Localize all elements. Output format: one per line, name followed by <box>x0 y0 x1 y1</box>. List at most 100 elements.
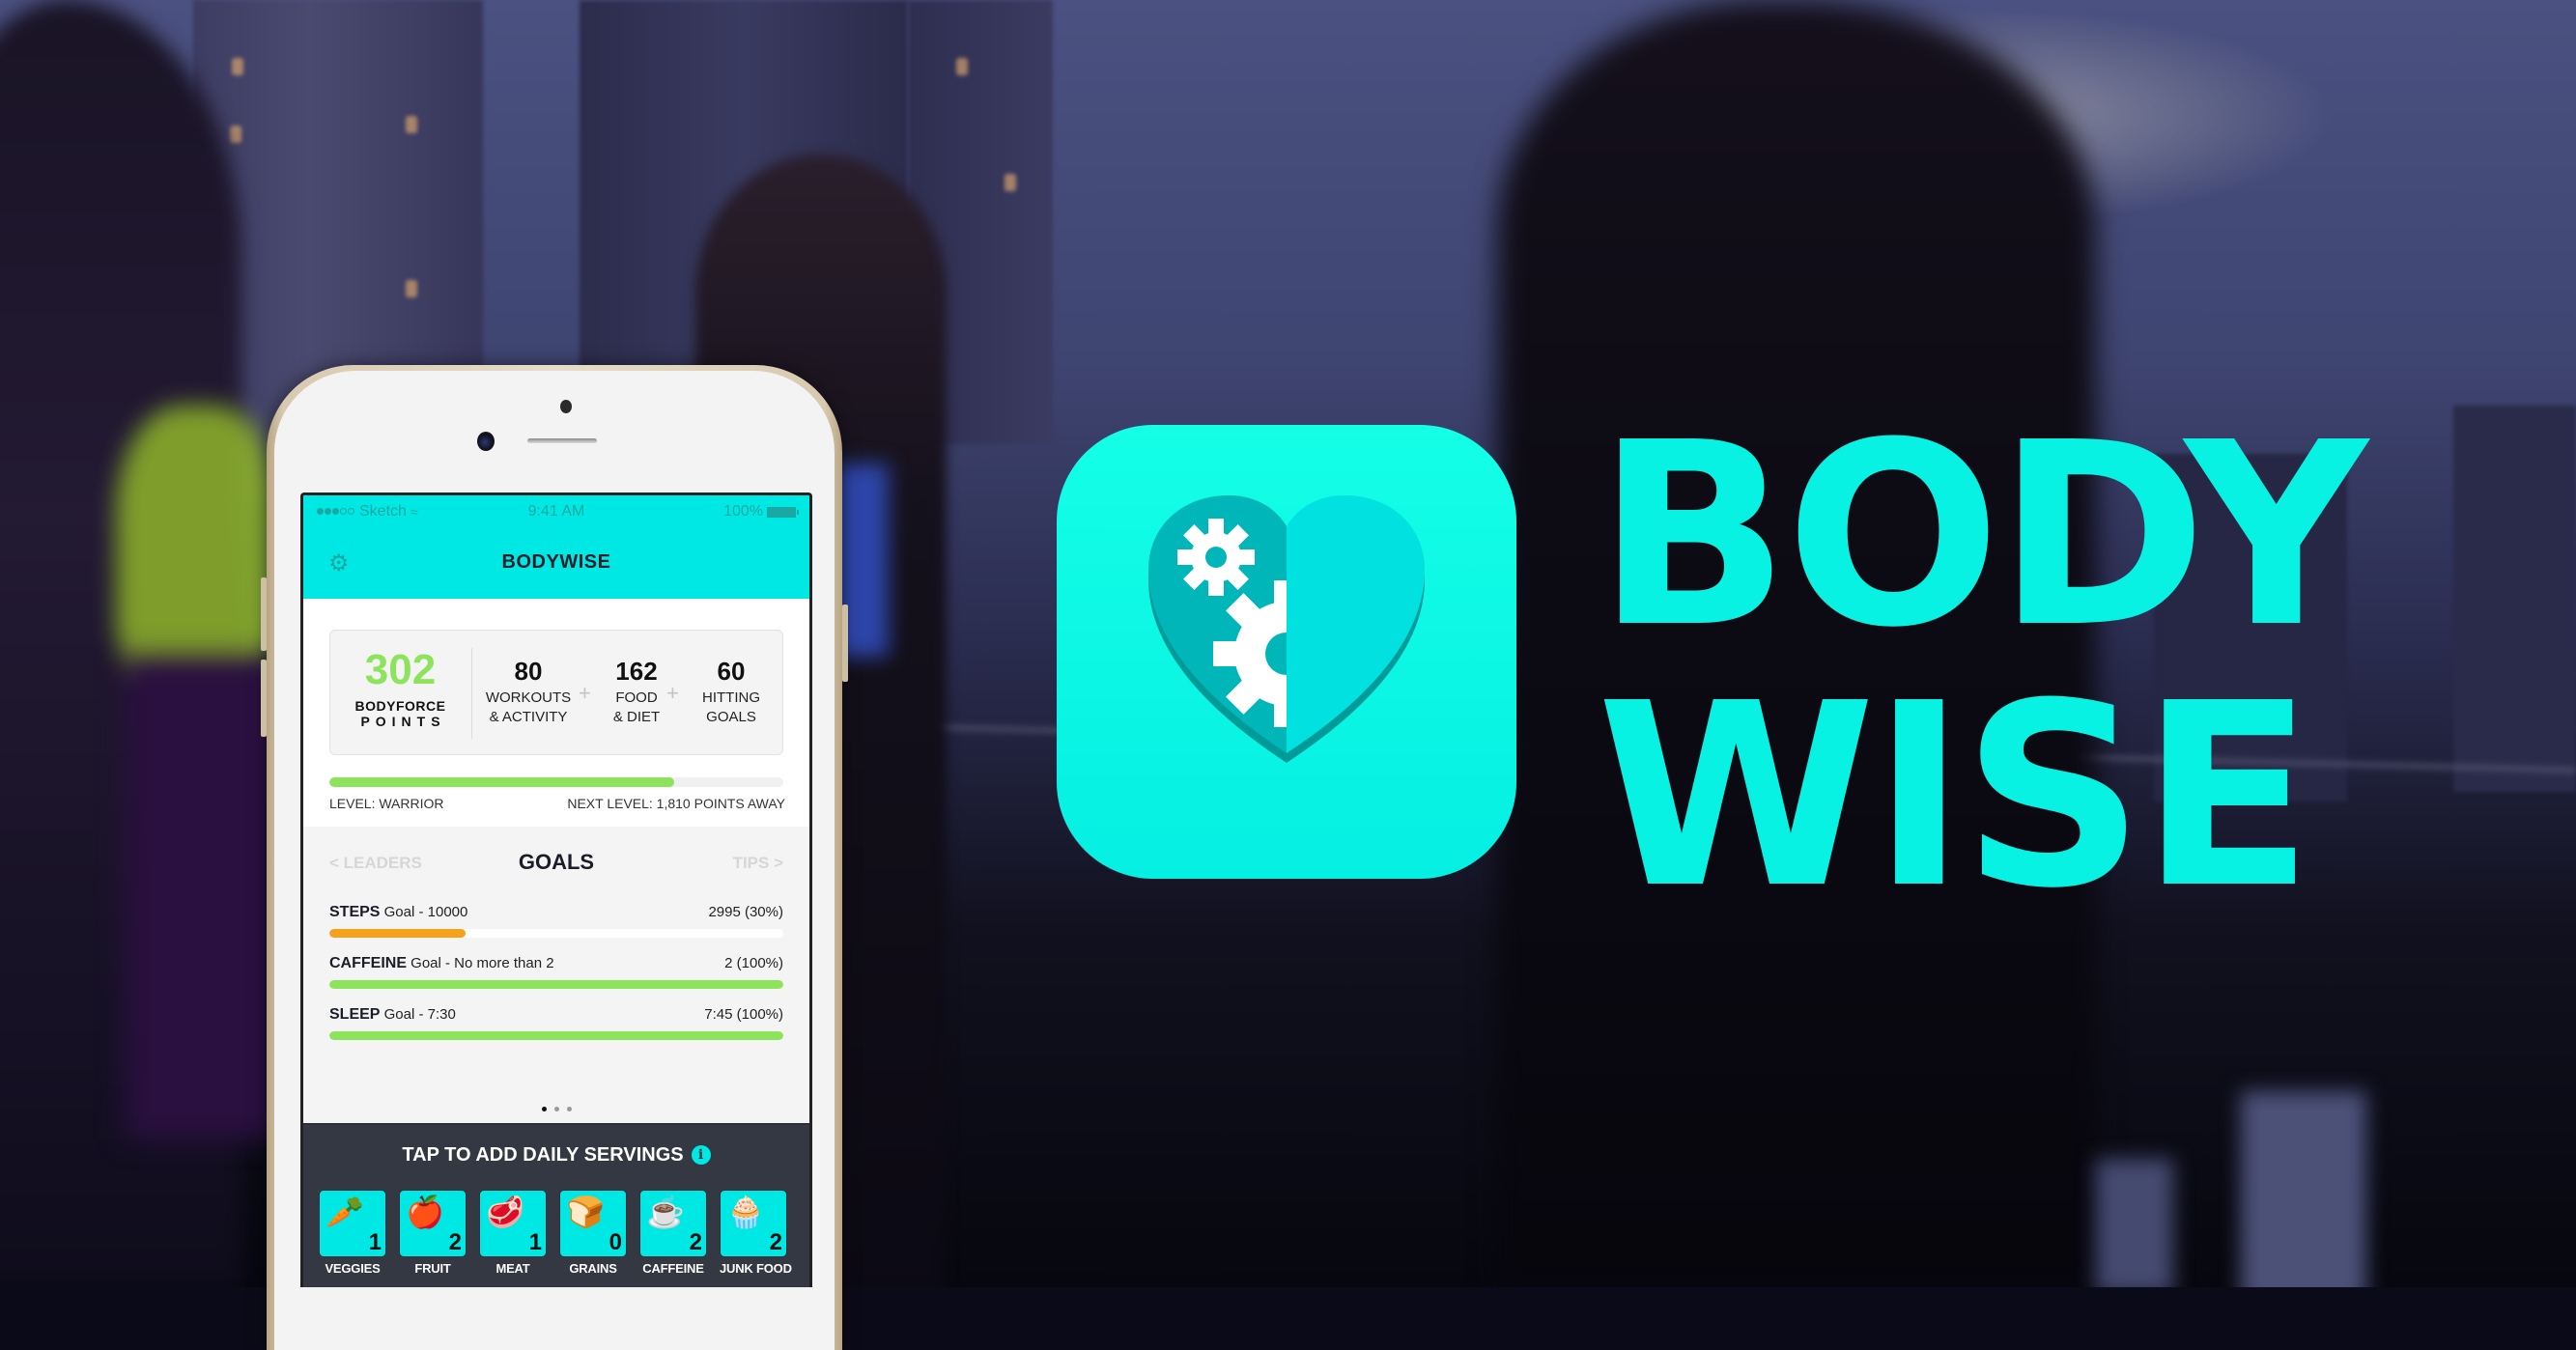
window-light <box>956 58 968 75</box>
bodyforce-points: 302 BODYFORCE POINTS <box>330 631 470 756</box>
points-label: POINTS <box>360 714 446 729</box>
brand-line-2: WISE <box>1597 649 2313 943</box>
servings-title-text: TAP TO ADD DAILY SERVINGS <box>402 1144 684 1166</box>
goal-item[interactable]: STEPS Goal - 10000 2995 (30%) <box>329 904 783 938</box>
next-level: NEXT LEVEL: 1,810 POINTS AWAY <box>567 796 785 811</box>
coffee-cup-icon: ☕ <box>646 1195 685 1229</box>
phone-screen: Sketch ≈ 9:41 AM 100% ⚙ BODYWISE 302 BOD… <box>300 492 812 1287</box>
info-icon[interactable]: i <box>691 1145 711 1165</box>
power-button <box>842 605 848 682</box>
servings-title: TAP TO ADD DAILY SERVINGS i <box>303 1144 809 1167</box>
divider <box>471 648 472 739</box>
earpiece-speaker <box>527 438 597 443</box>
serving-fruit-button[interactable]: 🍎 2 FRUIT <box>399 1190 467 1276</box>
goal-label: CAFFEINE Goal - No more than 2 <box>329 955 783 972</box>
heart-right-half <box>1287 495 1425 753</box>
servings-tiles: 🥕 1 VEGGIES 🍎 2 FRUIT 🥩 1 MEAT 🍞 0 GRAINS ☕ 2… <box>319 1190 792 1276</box>
goal-progress-fill <box>329 929 466 938</box>
tips-tab[interactable]: TIPS > <box>733 854 783 873</box>
app-icon <box>1057 425 1516 879</box>
serving-count: 1 <box>528 1229 542 1255</box>
goals-label-2: GOALS <box>706 709 756 725</box>
serving-tile: 🍎 2 <box>399 1190 467 1257</box>
goal-progress-fill <box>329 1031 783 1040</box>
brand-line-1: BODY <box>1597 388 2368 683</box>
workouts-value: 80 <box>514 657 543 686</box>
points-summary: 302 BODYFORCE POINTS 80 WORKOUTS & ACTIV… <box>303 599 809 827</box>
apple-icon: 🍎 <box>406 1195 444 1229</box>
battery-percent: 100% <box>723 503 763 520</box>
page-indicator[interactable] <box>303 1099 809 1116</box>
building <box>2453 406 2576 792</box>
plus-icon: + <box>666 681 679 705</box>
goal-progress-bar <box>329 980 783 989</box>
goal-item[interactable]: SLEEP Goal - 7:30 7:45 (100%) <box>329 1006 783 1040</box>
current-level: LEVEL: WARRIOR <box>329 796 444 811</box>
bodyforce-label: BODYFORCE <box>354 698 446 714</box>
bread-icon: 🍞 <box>566 1195 605 1229</box>
goal-progress-bar <box>329 1031 783 1040</box>
goal-target: Goal - No more than 2 <box>410 955 554 971</box>
serving-label: VEGGIES <box>325 1261 381 1276</box>
serving-label: CAFFEINE <box>642 1261 704 1276</box>
heart-with-gears-icon <box>1148 495 1425 763</box>
goal-name: STEPS <box>329 904 381 920</box>
app-title: BODYWISE <box>501 551 611 573</box>
volume-up-button <box>261 577 267 651</box>
goal-progress-fill <box>329 980 783 989</box>
page-dot[interactable] <box>553 1107 559 1111</box>
window-light <box>406 280 417 297</box>
battery-icon <box>767 506 799 518</box>
serving-count: 2 <box>448 1229 462 1255</box>
front-camera <box>477 432 495 451</box>
window-light <box>230 126 241 143</box>
battery: 100% <box>723 503 799 520</box>
serving-label: GRAINS <box>569 1261 617 1276</box>
food-label-2: & DIET <box>612 709 661 725</box>
serving-meat-button[interactable]: 🥩 1 MEAT <box>479 1190 547 1276</box>
goal-name: CAFFEINE <box>329 955 407 971</box>
goals-label-1: HITTING <box>702 689 760 706</box>
serving-label: JUNK FOOD <box>720 1261 792 1276</box>
goal-value: 7:45 (100%) <box>704 1006 783 1023</box>
page-dot-active[interactable] <box>541 1107 547 1111</box>
window-light <box>232 58 243 75</box>
workouts-label-2: & ACTIVITY <box>489 709 568 725</box>
serving-caffeine-button[interactable]: ☕ 2 CAFFEINE <box>639 1190 707 1276</box>
serving-count: 1 <box>368 1229 382 1255</box>
app-header: Sketch ≈ 9:41 AM 100% ⚙ BODYWISE <box>303 495 809 599</box>
serving-grains-button[interactable]: 🍞 0 GRAINS <box>559 1190 627 1276</box>
level-progress-fill <box>329 777 675 787</box>
goal-item[interactable]: CAFFEINE Goal - No more than 2 2 (100%) <box>329 955 783 989</box>
serving-label: MEAT <box>495 1261 530 1276</box>
goal-progress-bar <box>329 929 783 938</box>
points-box[interactable]: 302 BODYFORCE POINTS 80 WORKOUTS & ACTIV… <box>329 630 783 755</box>
goal-value: 2 (100%) <box>724 955 783 971</box>
serving-junk-food-button[interactable]: 🧁 2 JUNK FOOD <box>720 1190 792 1276</box>
background-light <box>2241 1091 2366 1287</box>
page-dot[interactable] <box>566 1107 572 1111</box>
goal-name: SLEEP <box>329 1006 381 1023</box>
steak-icon: 🥩 <box>486 1195 524 1229</box>
status-bar: Sketch ≈ 9:41 AM 100% <box>317 503 799 522</box>
goals-value: 60 <box>717 657 746 686</box>
brand-wordmark: BODY WISE <box>1597 388 2368 943</box>
window-light <box>406 116 417 133</box>
goals-panel: < LEADERS GOALS TIPS > STEPS Goal - 1000… <box>303 827 809 1126</box>
serving-count: 0 <box>609 1229 622 1255</box>
serving-tile: 🧁 2 <box>720 1190 787 1257</box>
goal-target: Goal - 10000 <box>383 904 468 920</box>
serving-count: 2 <box>689 1229 702 1255</box>
goal-target: Goal - 7:30 <box>383 1006 456 1023</box>
goals-points: 60 HITTING GOALS <box>678 658 784 727</box>
serving-tile: 🥕 1 <box>319 1190 386 1257</box>
workouts-points: 80 WORKOUTS & ACTIVITY <box>475 658 581 727</box>
serving-veggies-button[interactable]: 🥕 1 VEGGIES <box>319 1190 386 1276</box>
proximity-sensor <box>560 400 572 413</box>
level-progress-bar <box>329 777 783 787</box>
cupcake-icon: 🧁 <box>726 1195 765 1229</box>
servings-panel: TAP TO ADD DAILY SERVINGS i 🥕 1 VEGGIES 🍎 2… <box>303 1123 809 1287</box>
serving-tile: 🍞 0 <box>559 1190 627 1257</box>
serving-tile: 🥩 1 <box>479 1190 547 1257</box>
background-light <box>2096 1159 2173 1287</box>
